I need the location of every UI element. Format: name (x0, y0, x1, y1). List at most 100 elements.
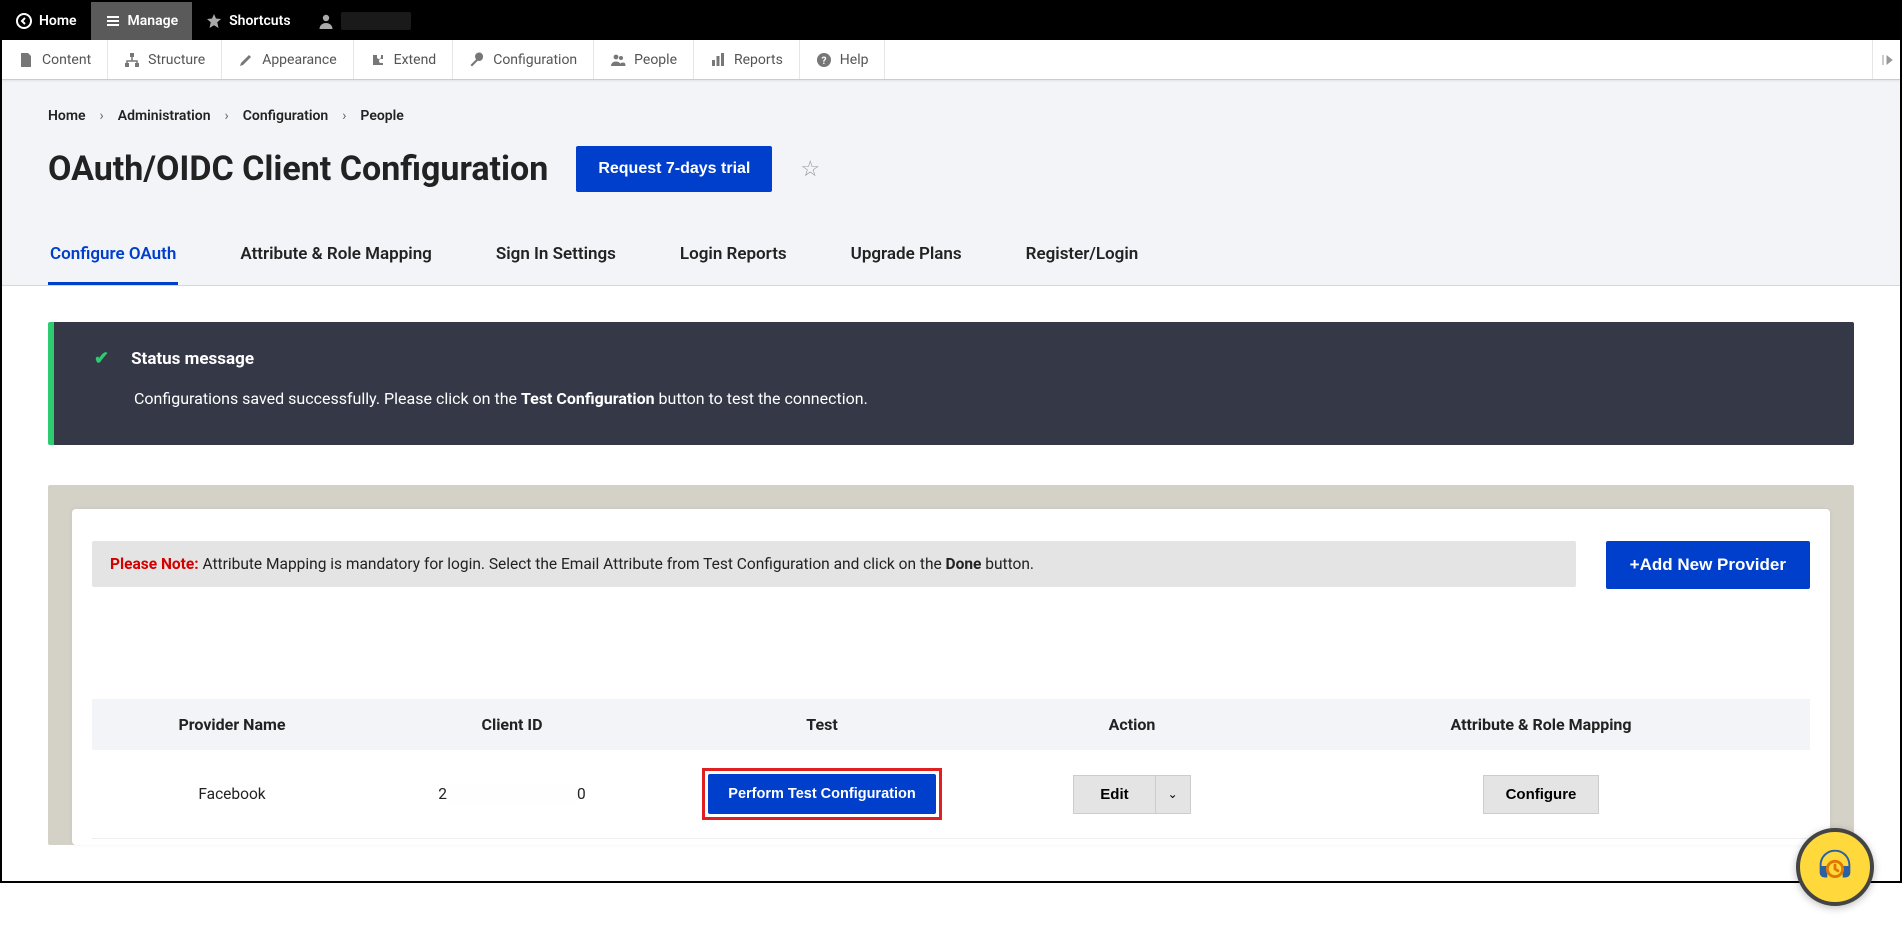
bar-chart-icon (710, 52, 726, 68)
toolbar-reports-label: Reports (734, 52, 783, 68)
star-icon (206, 13, 222, 29)
people-icon (610, 52, 626, 68)
toolbar-help-label: Help (840, 52, 869, 68)
tab-signin-settings[interactable]: Sign In Settings (494, 232, 618, 285)
toolbar-appearance[interactable]: Appearance (222, 40, 353, 79)
tab-attribute-mapping[interactable]: Attribute & Role Mapping (238, 232, 433, 285)
page-header-region: Home › Administration › Configuration › … (2, 80, 1900, 286)
status-body: Configurations saved successfully. Pleas… (94, 387, 1814, 411)
structure-icon (124, 52, 140, 68)
headset-icon (1812, 844, 1858, 890)
edit-dropdown-toggle[interactable]: ⌄ (1156, 775, 1191, 814)
note-label: Please Note: (110, 555, 199, 573)
cell-attr-mapping: Configure (1282, 775, 1800, 814)
status-title: Status message (131, 349, 254, 369)
cell-provider-name: Facebook (102, 785, 362, 803)
client-id-suffix: 0 (577, 785, 586, 803)
toolbar-configuration[interactable]: Configuration (453, 40, 594, 79)
collapse-arrow-icon (1880, 53, 1894, 67)
note-text-post: button. (981, 555, 1034, 573)
perform-test-configuration-button[interactable]: Perform Test Configuration (708, 774, 935, 814)
topbar-manage[interactable]: Manage (91, 2, 193, 40)
breadcrumb-sep: › (100, 108, 104, 124)
main-content: ✔ Status message Configurations saved su… (2, 286, 1900, 881)
breadcrumb-people[interactable]: People (360, 108, 403, 124)
local-tabs: Configure OAuth Attribute & Role Mapping… (48, 232, 1854, 285)
toolbar-collapse-handle[interactable] (1872, 40, 1900, 79)
th-attr-mapping: Attribute & Role Mapping (1282, 715, 1800, 734)
add-new-provider-button[interactable]: +Add New Provider (1606, 541, 1810, 589)
test-button-highlight: Perform Test Configuration (702, 768, 941, 820)
client-id-redacted (447, 784, 577, 804)
edit-button[interactable]: Edit (1073, 775, 1155, 814)
toolbar-structure-label: Structure (148, 52, 205, 68)
hamburger-icon (105, 13, 121, 29)
status-body-pre: Configurations saved successfully. Pleas… (134, 389, 521, 408)
toolbar-configuration-label: Configuration (493, 52, 577, 68)
cell-client-id: 2 0 (362, 784, 662, 804)
topbar-shortcuts-label: Shortcuts (229, 13, 290, 29)
toolbar-content-label: Content (42, 52, 91, 68)
cell-action: Edit ⌄ (982, 775, 1282, 814)
table-row: Facebook 2 0 Perform Test Configuration (92, 750, 1810, 839)
breadcrumb: Home › Administration › Configuration › … (48, 108, 1854, 124)
toolbar-appearance-label: Appearance (262, 52, 336, 68)
status-message-box: ✔ Status message Configurations saved su… (48, 322, 1854, 445)
request-trial-button[interactable]: Request 7-days trial (576, 146, 772, 192)
th-test: Test (662, 715, 982, 734)
breadcrumb-sep: › (342, 108, 346, 124)
status-body-bold: Test Configuration (521, 389, 655, 408)
topbar-back-home[interactable]: Home (2, 2, 91, 40)
toolbar-reports[interactable]: Reports (694, 40, 800, 79)
note-text-pre: Attribute Mapping is mandatory for login… (199, 555, 946, 573)
client-id-prefix: 2 (438, 785, 447, 803)
toolbar-people-label: People (634, 52, 677, 68)
chevron-down-icon: ⌄ (1168, 787, 1178, 801)
page-title: OAuth/OIDC Client Configuration (48, 149, 548, 189)
breadcrumb-home[interactable]: Home (48, 108, 86, 124)
providers-card: Please Note: Attribute Mapping is mandat… (72, 509, 1830, 845)
th-action: Action (982, 715, 1282, 734)
toolbar-help[interactable]: ? Help (800, 40, 886, 79)
please-note-box: Please Note: Attribute Mapping is mandat… (92, 541, 1576, 587)
tab-upgrade-plans[interactable]: Upgrade Plans (849, 232, 964, 285)
toolbar-extend-label: Extend (394, 52, 437, 68)
breadcrumb-config[interactable]: Configuration (243, 108, 328, 124)
breadcrumb-admin[interactable]: Administration (118, 108, 211, 124)
tab-configure-oauth[interactable]: Configure OAuth (48, 232, 178, 285)
note-bold: Done (946, 555, 982, 573)
breadcrumb-sep: › (225, 108, 229, 124)
card-outer: Please Note: Attribute Mapping is mandat… (48, 485, 1854, 845)
topbar-manage-label: Manage (128, 13, 179, 29)
help-icon: ? (816, 52, 832, 68)
th-client-id: Client ID (362, 715, 662, 734)
toolbar-people[interactable]: People (594, 40, 694, 79)
th-provider-name: Provider Name (102, 715, 362, 734)
wrench-icon (469, 52, 485, 68)
user-icon (317, 12, 335, 30)
toolbar-extend[interactable]: Extend (354, 40, 454, 79)
providers-table: Provider Name Client ID Test Action Attr… (92, 699, 1810, 839)
topbar-home-label: Home (39, 13, 77, 29)
toolbar-content[interactable]: Content (2, 40, 108, 79)
paintbrush-icon (238, 52, 254, 68)
admin-topbar: Home Manage Shortcuts (2, 2, 1900, 40)
favorite-star-icon[interactable]: ☆ (800, 157, 820, 182)
tab-login-reports[interactable]: Login Reports (678, 232, 789, 285)
admin-toolbar: Content Structure Appearance Extend Conf… (2, 40, 1900, 80)
table-header-row: Provider Name Client ID Test Action Attr… (92, 699, 1810, 750)
status-body-post: button to test the connection. (655, 389, 868, 408)
support-chat-bubble[interactable] (1796, 828, 1874, 906)
svg-text:?: ? (821, 56, 826, 67)
toolbar-structure[interactable]: Structure (108, 40, 222, 79)
back-circle-icon (16, 13, 32, 29)
topbar-shortcuts[interactable]: Shortcuts (192, 2, 304, 40)
topbar-user[interactable] (305, 2, 423, 40)
tab-register-login[interactable]: Register/Login (1024, 232, 1141, 285)
puzzle-icon (370, 52, 386, 68)
configure-mapping-button[interactable]: Configure (1483, 775, 1600, 814)
cell-test: Perform Test Configuration (662, 768, 982, 820)
file-icon (18, 52, 34, 68)
user-name-redacted (341, 12, 411, 30)
edit-split-button: Edit ⌄ (1073, 775, 1190, 814)
